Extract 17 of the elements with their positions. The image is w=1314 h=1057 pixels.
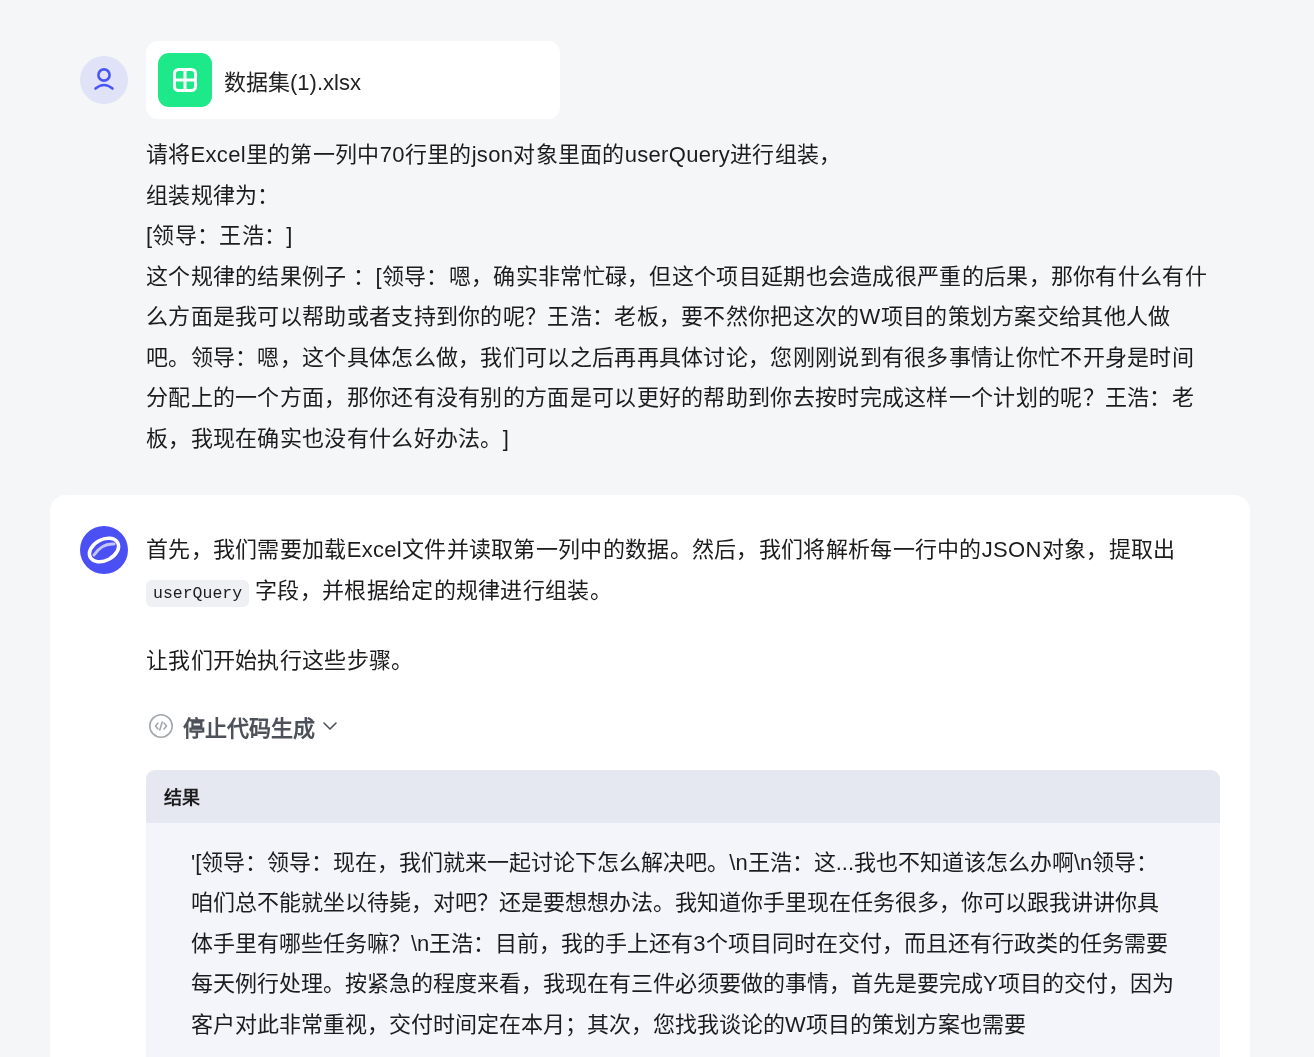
chevron-down-icon [323,721,337,730]
result-text: '[领导：领导：现在，我们就来一起讨论下怎么解决吧。\n王浩：这...我也不知道该怎么办啊\n领导：咱们总不能就坐以待毙，对吧？还是要想想办法。我知道你手里现在任务很多，你可以跟我讲讲你具体手里有哪些任务嘛？\n王浩：目前，我的手上还有3个项目同时在交付，而且还有行政类的任务需要每天例行处理。按紧急的程度来看，我现在有三件必须要做的事情，首先是要完成Y项目的交付，因为客户对此非常重视，交付时间定在本月；其次，您找我谈论的W项目的策划方案也需要 [191,848,1175,1039]
code-icon [149,713,173,738]
user-avatar-icon [80,56,128,104]
file-attachment[interactable]: 数据集(1).xlsx [146,41,560,119]
inline-code: userQuery [146,579,250,607]
code-generation-toggle[interactable]: 停止代码生成 [146,705,337,746]
message-text: [领导：王浩：] [146,222,294,250]
message-text: 这个规律的结果例子 ：[领导：嗯，确实非常忙碌，但这个项目延期也会造成很严重的后果，那你有什么有什么方面是我可以帮助或者支持到你的呢？王浩：老板，要不然你把这次的W项目的策划方案交给其他人做吧。领导：嗯，这个具体怎么做，我们可以之后再再具体讨论，您刚刚说到有很多事情让你忙不开身是时间分配上的一个方面，那你还有没有别的方面是可以更好的帮助到你去按时完成这样一个计划的呢？王浩：老板，我现在确实也没有什么好办法。] [146,262,1208,453]
assistant-logo-icon [80,526,128,574]
message-paragraph: 首先，我们需要加载Excel文件并读取第一列中的数据。然后，我们将解析每一行中的JSON对象，提取出 userQuery 字段，并根据给定的规律进行组装。 [146,530,1220,614]
result-header: 结果 [146,769,1220,823]
file-name: 数据集(1).xlsx [224,69,361,96]
message-paragraph: 让我们开始执行这些步骤。 [146,647,415,675]
message-text: 组装规律为： [146,181,281,210]
spreadsheet-icon [158,53,212,107]
message-text: 请将Excel里的第一列中70行里的json对象里面的userQuery进行组装， [146,141,843,169]
